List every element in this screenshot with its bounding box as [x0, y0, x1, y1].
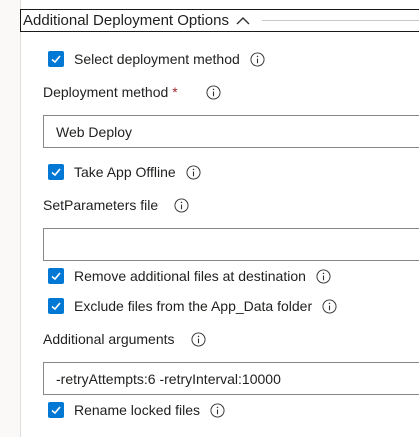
select-deployment-method-checkbox[interactable]	[48, 51, 64, 67]
select-deployment-method-label: Select deployment method	[74, 51, 240, 67]
take-app-offline-row: Take App Offline	[48, 162, 201, 182]
required-marker: *	[172, 84, 178, 100]
rename-locked-files-checkbox[interactable]	[48, 402, 64, 418]
checkmark-icon	[51, 302, 61, 311]
set-parameters-file-label-row: SetParameters file	[43, 195, 189, 215]
additional-arguments-field[interactable]: -retryAttempts:6 -retryInterval:10000	[43, 362, 419, 395]
checkmark-icon	[51, 168, 61, 177]
checkmark-icon	[51, 406, 61, 415]
remove-additional-files-row: Remove additional files at destination	[48, 266, 331, 286]
additional-arguments-label: Additional arguments	[43, 331, 175, 347]
take-app-offline-checkbox[interactable]	[48, 164, 64, 180]
checkmark-icon	[51, 55, 61, 64]
info-icon[interactable]	[210, 402, 225, 418]
deployment-method-label: Deployment method	[43, 84, 169, 100]
remove-additional-files-label: Remove additional files at destination	[74, 268, 306, 284]
info-icon[interactable]	[191, 331, 206, 347]
info-icon[interactable]	[322, 298, 337, 314]
rename-locked-files-row: Rename locked files	[48, 400, 225, 420]
info-icon[interactable]	[174, 197, 189, 213]
checkmark-icon	[51, 272, 61, 281]
release-task-settings-page: Additional Deployment Options Select dep…	[0, 0, 419, 437]
exclude-app-data-row: Exclude files from the App_Data folder	[48, 296, 337, 316]
info-icon[interactable]	[250, 51, 265, 67]
take-app-offline-label: Take App Offline	[74, 164, 176, 180]
section-title: Additional Deployment Options	[23, 12, 229, 29]
exclude-app-data-label: Exclude files from the App_Data folder	[74, 298, 313, 314]
exclude-app-data-checkbox[interactable]	[48, 298, 64, 314]
deployment-method-field[interactable]: Web Deploy	[43, 115, 419, 148]
info-icon[interactable]	[206, 84, 221, 100]
set-parameters-file-label: SetParameters file	[43, 197, 159, 213]
deployment-method-label-row: Deployment method *	[43, 82, 221, 102]
info-icon[interactable]	[186, 164, 201, 180]
info-icon[interactable]	[316, 268, 331, 284]
set-parameters-file-field[interactable]	[43, 228, 419, 261]
chevron-up-icon[interactable]	[236, 16, 250, 26]
select-deployment-method-row: Select deployment method	[48, 49, 265, 69]
additional-deployment-options-header[interactable]: Additional Deployment Options	[20, 9, 419, 32]
rename-locked-files-label: Rename locked files	[74, 402, 201, 418]
remove-additional-files-checkbox[interactable]	[48, 268, 64, 284]
additional-arguments-label-row: Additional arguments	[43, 329, 206, 349]
left-gutter	[0, 0, 21, 437]
header-divider	[261, 20, 419, 21]
